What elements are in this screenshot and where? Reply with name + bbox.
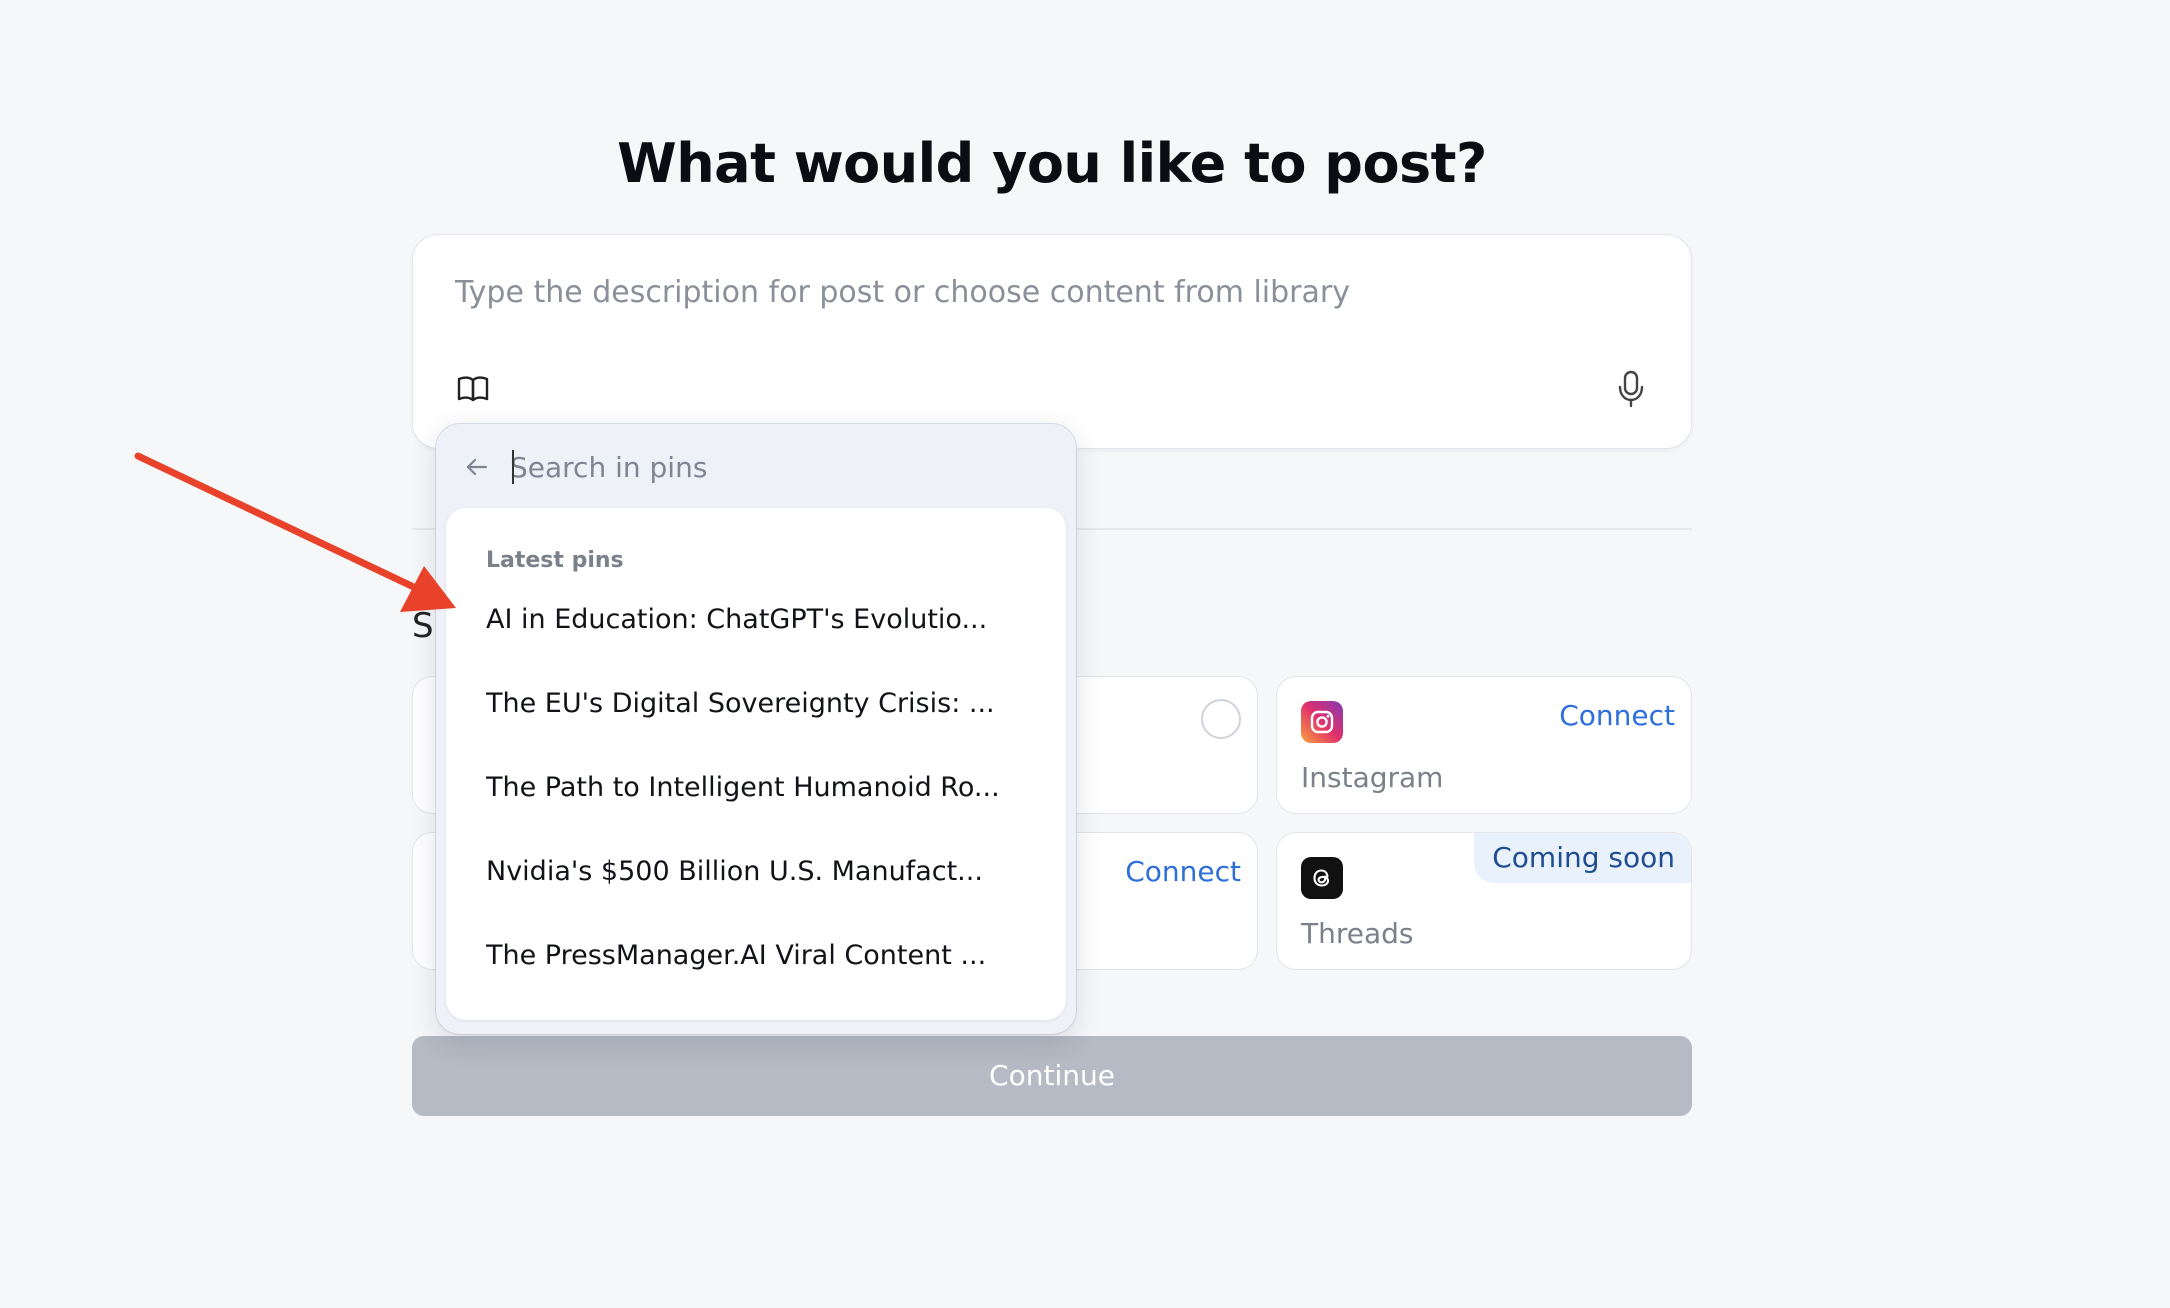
- instagram-connect-link[interactable]: Connect: [1559, 699, 1675, 732]
- pins-search-row: [436, 424, 1076, 508]
- composer-placeholder[interactable]: Type the description for post or choose …: [455, 275, 1350, 310]
- library-button[interactable]: [455, 371, 491, 407]
- arrow-left-icon[interactable]: [464, 454, 490, 480]
- platform-card-instagram[interactable]: Connect Instagram: [1276, 676, 1692, 814]
- pins-popover: Latest pins AI in Education: ChatGPT's E…: [436, 424, 1076, 1034]
- instagram-icon: [1301, 701, 1343, 743]
- pin-item[interactable]: The EU's Digital Sovereignty Crisis: ...: [486, 684, 1006, 724]
- pin-item[interactable]: The Path to Intelligent Humanoid Ro...: [486, 768, 1006, 808]
- book-open-icon: [457, 376, 489, 402]
- pin-item[interactable]: Nvidia's $500 Billion U.S. Manufact...: [486, 852, 1006, 892]
- page-title: What would you like to post?: [617, 132, 1487, 195]
- instagram-label: Instagram: [1301, 761, 1444, 794]
- threads-label: Threads: [1301, 917, 1414, 950]
- section-heading: S: [412, 606, 434, 646]
- pins-list-panel: Latest pins AI in Education: ChatGPT's E…: [446, 508, 1066, 1020]
- platform-connect-link[interactable]: Connect: [1125, 855, 1241, 888]
- post-composer[interactable]: Type the description for post or choose …: [412, 234, 1692, 449]
- pin-item[interactable]: AI in Education: ChatGPT's Evolutio...: [486, 600, 1006, 640]
- pin-item[interactable]: The PressManager.AI Viral Content ...: [486, 936, 1006, 976]
- platform-card-threads[interactable]: Coming soon Threads: [1276, 832, 1692, 970]
- coming-soon-badge: Coming soon: [1474, 833, 1691, 883]
- microphone-button[interactable]: [1613, 369, 1649, 409]
- threads-icon: [1301, 857, 1343, 899]
- microphone-icon: [1618, 370, 1644, 408]
- continue-button[interactable]: Continue: [412, 1036, 1692, 1116]
- pins-heading: Latest pins: [486, 548, 624, 573]
- pins-search-input[interactable]: [510, 444, 1030, 490]
- platform-radio[interactable]: [1201, 699, 1241, 739]
- text-caret: [512, 450, 514, 484]
